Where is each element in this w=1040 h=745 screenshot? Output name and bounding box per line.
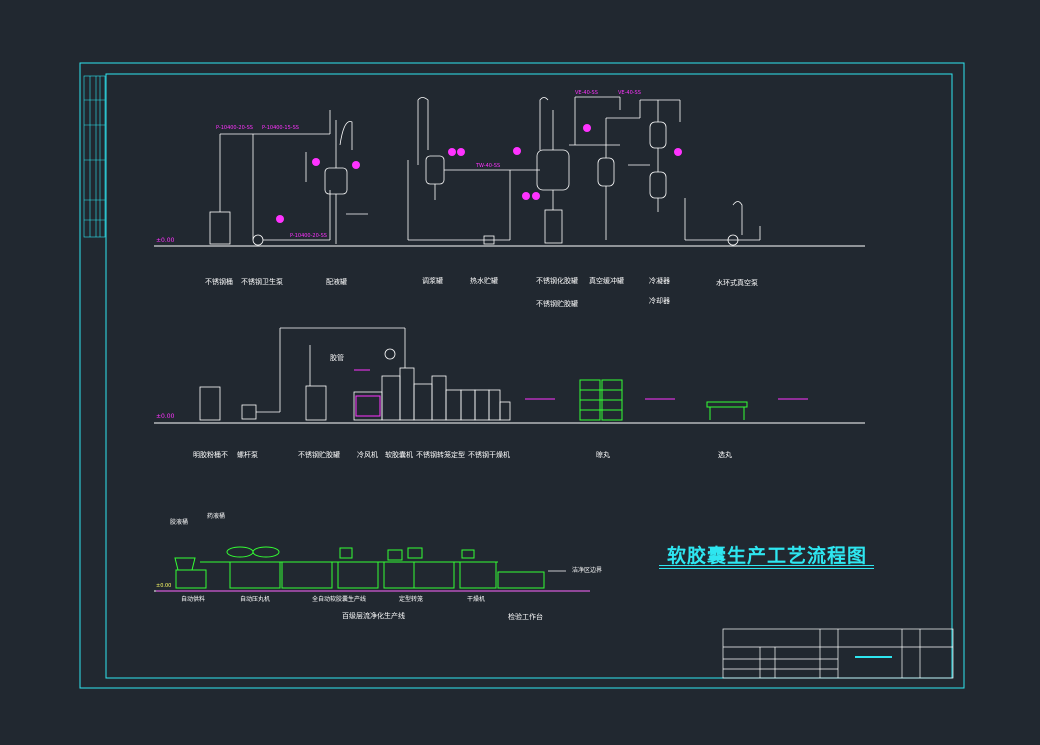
outer-frame xyxy=(79,62,965,689)
s3-label: 全自动软胶囊生产线 xyxy=(312,596,367,603)
s1-label: 热水贮罐 xyxy=(470,277,498,285)
section2-purple-items xyxy=(354,369,808,417)
s3-label: 洁净区边界 xyxy=(572,567,603,574)
s1-label: 配液罐 xyxy=(326,278,347,286)
binding-strip xyxy=(83,75,106,238)
s3-label: 百级层流净化生产线 xyxy=(342,612,405,620)
s2-tag: 胶管 xyxy=(330,354,344,362)
inner-frame xyxy=(105,73,953,679)
s2-label: 冷风机 xyxy=(357,451,378,459)
s1-label: 不锈钢卫生泵 xyxy=(241,278,283,286)
s3-label: 检验工作台 xyxy=(508,613,543,621)
s2-label: 不锈钢干燥机 xyxy=(468,451,510,459)
s3-callout: 胶液桶 xyxy=(170,519,189,526)
svg-text:TW-40-SS: TW-40-SS xyxy=(475,163,500,169)
title-underline xyxy=(659,565,874,569)
s2-label: 晾丸 xyxy=(596,451,610,459)
s2-label: 螺杆泵 xyxy=(237,451,258,459)
s1-label: 冷却器 xyxy=(649,297,670,305)
s1-label: 水环式真空泵 xyxy=(716,279,758,287)
s1-label: 真空缓冲罐 xyxy=(589,277,624,285)
s1-elevation: ±0.00 xyxy=(156,237,175,244)
s2-label: 软胶囊机 xyxy=(385,451,413,459)
svg-text:VE-40-SS: VE-40-SS xyxy=(575,90,598,96)
s3-label: 自动压丸机 xyxy=(240,596,271,603)
s3-label: 自动供料 xyxy=(181,596,206,603)
section1-tags: P-10400-20-SS P-10400-15-SS P-10400-20-S… xyxy=(216,90,682,239)
svg-text:VE-40-SS: VE-40-SS xyxy=(618,90,641,96)
s2-label: 不锈钢贮胶罐 xyxy=(298,451,340,459)
section3-green-line xyxy=(174,546,545,589)
section1-piping xyxy=(209,96,761,246)
s1-label: 不锈钢贮胶罐 xyxy=(536,300,578,308)
drawing-canvas[interactable]: P-10400-20-SS P-10400-15-SS P-10400-20-S… xyxy=(0,0,1040,745)
s2-elevation: ±0.00 xyxy=(156,413,175,420)
drawing-title: 软胶囊生产工艺流程图 xyxy=(667,545,868,567)
s2-label: 明胶粉桶不 xyxy=(193,451,228,459)
svg-text:P-10400-20-SS: P-10400-20-SS xyxy=(216,125,253,131)
s3-elevation: ±0.00 xyxy=(156,583,172,589)
s1-label: 不锈钢桶 xyxy=(205,278,233,286)
s1-label: 不锈钢化胶罐 xyxy=(536,277,578,285)
s2-label: 不锈钢转笼定型 xyxy=(416,451,465,459)
s1-label: 冷凝器 xyxy=(649,277,670,285)
svg-text:P-10400-20-SS: P-10400-20-SS xyxy=(290,233,327,239)
section2-green-items xyxy=(579,379,748,421)
title-block xyxy=(722,628,954,679)
s3-label: 定型转笼 xyxy=(399,596,424,603)
svg-text:P-10400-15-SS: P-10400-15-SS xyxy=(262,125,299,131)
section2-equipment xyxy=(199,327,511,421)
s1-label: 调浆罐 xyxy=(422,277,443,285)
s2-label: 选丸 xyxy=(718,451,732,459)
s3-label: 干燥机 xyxy=(467,596,486,603)
s3-callout: 药液桶 xyxy=(207,513,226,520)
